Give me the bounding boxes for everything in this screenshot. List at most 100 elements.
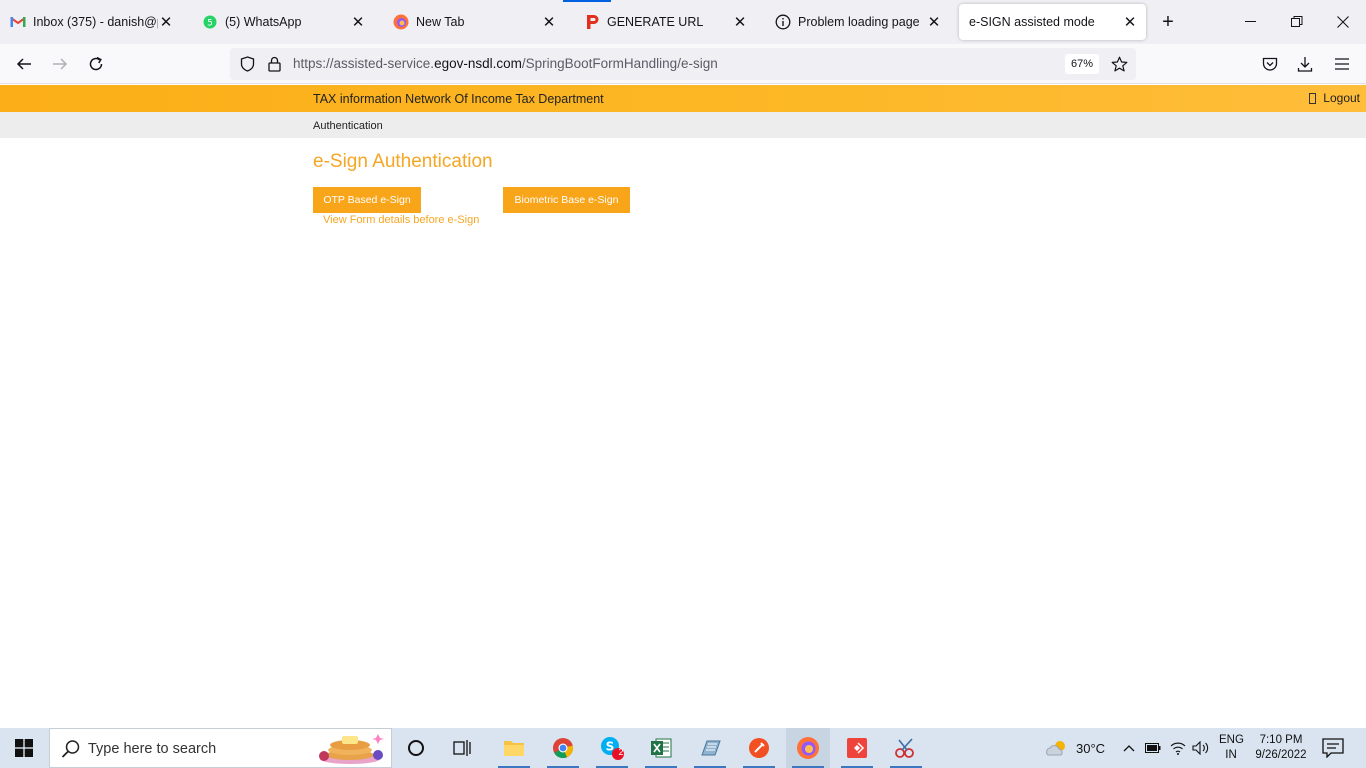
shield-icon[interactable] — [238, 55, 256, 73]
view-form-details-link[interactable]: View Form details before e-Sign — [323, 214, 479, 226]
task-view-button[interactable] — [441, 728, 485, 768]
forward-arrow-icon — [53, 58, 68, 70]
otp-esign-button[interactable]: OTP Based e-Sign — [313, 187, 421, 213]
forward-button[interactable] — [46, 50, 74, 78]
url-text[interactable]: https://assisted-service.egov-nsdl.com/S… — [293, 56, 718, 71]
logout-link[interactable]: Logout — [1309, 91, 1360, 105]
tab-new-tab[interactable]: New Tab ✕ — [383, 4, 565, 40]
taskbar-search-box[interactable]: Type here to search — [49, 728, 392, 768]
close-icon[interactable]: ✕ — [350, 14, 366, 31]
downloads-button[interactable] — [1291, 50, 1319, 78]
close-window-button[interactable] — [1328, 8, 1358, 36]
close-icon[interactable]: ✕ — [732, 14, 748, 31]
temperature-readout[interactable]: 30°C — [1076, 741, 1105, 756]
site-title: TAX information Network Of Income Tax De… — [313, 92, 604, 106]
tab-title: New Tab — [416, 15, 465, 29]
minimize-button[interactable] — [1236, 8, 1266, 36]
clock-time: 7:10 PM — [1259, 734, 1303, 746]
tab-title: Problem loading page — [798, 15, 920, 29]
anydesk-app[interactable] — [835, 728, 879, 768]
volume-icon[interactable] — [1191, 738, 1211, 758]
close-icon[interactable]: ✕ — [1122, 14, 1138, 31]
notification-center-icon[interactable] — [1322, 738, 1344, 758]
gmail-icon — [10, 14, 26, 30]
url-bar[interactable]: https://assisted-service.egov-nsdl.com/S… — [230, 48, 1136, 80]
tab-title: GENERATE URL — [607, 15, 704, 29]
search-highlight-doodle-icon — [319, 734, 384, 764]
lock-icon[interactable] — [265, 55, 283, 73]
restore-button[interactable] — [1282, 8, 1312, 36]
pen-app[interactable] — [737, 728, 781, 768]
url-domain: egov-nsdl.com — [434, 56, 522, 71]
anydesk-icon — [847, 738, 867, 758]
language-code: ENG — [1219, 734, 1244, 746]
cortana-icon — [408, 740, 424, 756]
back-button[interactable] — [10, 50, 38, 78]
scissors-icon — [895, 738, 914, 758]
navigation-toolbar: https://assisted-service.egov-nsdl.com/S… — [0, 44, 1366, 84]
chrome-app[interactable] — [541, 728, 585, 768]
tab-problem-loading[interactable]: Problem loading page ✕ — [765, 4, 950, 40]
notepad-icon — [701, 740, 721, 756]
biometric-esign-button[interactable]: Biometric Base e-Sign — [503, 187, 630, 213]
chrome-icon — [553, 738, 574, 759]
menu-button[interactable] — [1328, 50, 1356, 78]
logout-icon — [1309, 92, 1317, 104]
reload-icon — [89, 56, 103, 71]
pocket-button[interactable] — [1256, 50, 1284, 78]
tab-strip: Inbox (375) - danish@pay ✕ 5 (5) WhatsAp… — [0, 0, 1366, 44]
close-icon[interactable]: ✕ — [541, 14, 557, 31]
windows-logo-icon — [15, 739, 33, 757]
reload-button[interactable] — [82, 50, 110, 78]
tab-title: e-SIGN assisted mode — [969, 15, 1095, 29]
firefox-icon — [393, 14, 409, 30]
start-button[interactable] — [0, 728, 48, 768]
url-path: /SpringBootFormHandling/e-sign — [521, 56, 718, 71]
logout-label: Logout — [1323, 91, 1360, 105]
file-explorer-app[interactable] — [492, 728, 536, 768]
breadcrumb: Authentication — [313, 120, 383, 132]
pocket-icon — [1262, 57, 1278, 71]
search-icon — [61, 740, 80, 758]
tab-generate-url[interactable]: GENERATE URL ✕ — [574, 4, 756, 40]
wifi-icon[interactable] — [1168, 738, 1188, 758]
folder-icon — [504, 741, 524, 756]
input-language-indicator[interactable]: ENG IN — [1219, 733, 1244, 763]
firefox-icon — [797, 737, 819, 759]
svg-text:5: 5 — [207, 19, 213, 29]
close-icon[interactable]: ✕ — [158, 14, 174, 31]
tab-whatsapp[interactable]: 5 (5) WhatsApp ✕ — [192, 4, 374, 40]
page-title: e-Sign Authentication — [313, 151, 493, 172]
skype-app[interactable]: S 2 — [590, 728, 634, 768]
tab-title: Inbox (375) - danish@pay — [33, 15, 158, 29]
battery-icon[interactable] — [1143, 738, 1163, 758]
clock-date: 9/26/2022 — [1255, 749, 1307, 761]
back-arrow-icon — [16, 58, 31, 70]
info-icon — [775, 14, 791, 30]
whatsapp-icon: 5 — [202, 14, 218, 30]
notepad-app[interactable] — [688, 728, 732, 768]
language-region: IN — [1225, 749, 1237, 761]
chevron-up-icon[interactable] — [1119, 738, 1139, 758]
cortana-button[interactable] — [394, 728, 438, 768]
generate-url-icon — [584, 14, 600, 30]
new-tab-button[interactable]: + — [1156, 10, 1180, 34]
windows-taskbar: Type here to search S 2 30°C ENG IN 7:10… — [0, 728, 1366, 768]
excel-icon — [651, 738, 672, 758]
firefox-app[interactable] — [786, 728, 830, 768]
bookmark-star-icon[interactable] — [1110, 55, 1128, 73]
tab-title: (5) WhatsApp — [225, 15, 302, 29]
excel-app[interactable] — [639, 728, 683, 768]
zoom-level-badge[interactable]: 67% — [1065, 54, 1100, 74]
snipping-tool-app[interactable] — [884, 728, 928, 768]
skype-badge: 2 — [618, 747, 624, 757]
breadcrumb-bar: Authentication — [0, 112, 1366, 138]
pen-app-icon — [749, 738, 769, 758]
system-clock[interactable]: 7:10 PM 9/26/2022 — [1252, 733, 1310, 763]
tab-loading-indicator — [563, 0, 611, 2]
search-placeholder: Type here to search — [88, 741, 217, 757]
weather-cloudy-icon[interactable] — [1044, 738, 1070, 758]
close-icon[interactable]: ✕ — [926, 14, 942, 31]
tab-esign-assisted-mode[interactable]: e-SIGN assisted mode ✕ — [959, 4, 1146, 40]
tab-gmail[interactable]: Inbox (375) - danish@pay ✕ — [0, 4, 182, 40]
